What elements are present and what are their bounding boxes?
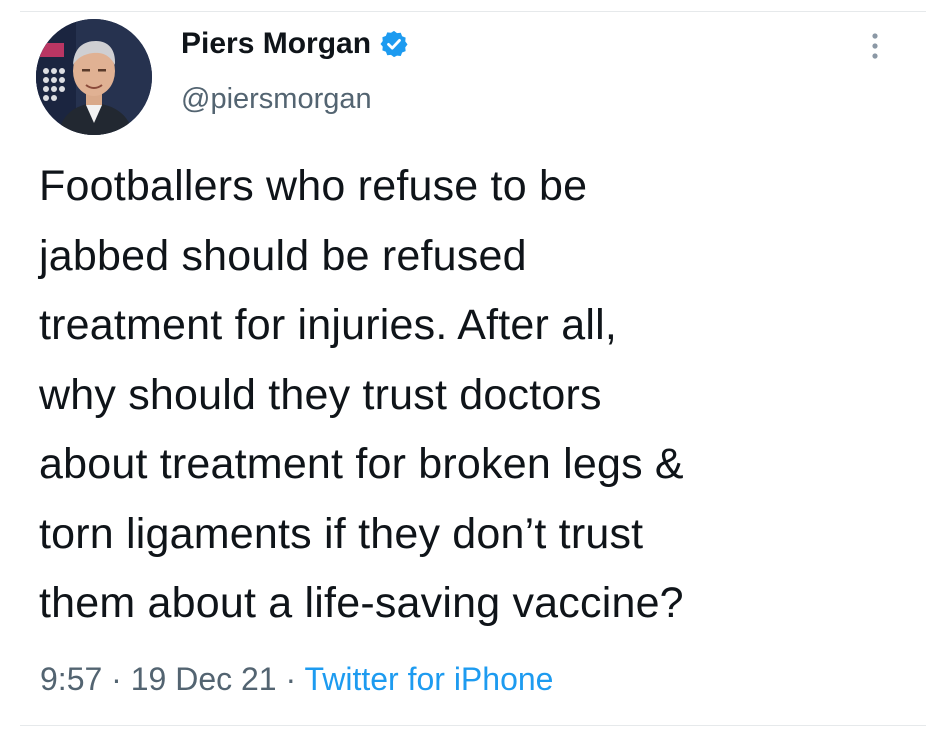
- more-vertical-icon[interactable]: [865, 30, 885, 62]
- top-divider: [20, 11, 926, 12]
- author-handle[interactable]: @piersmorgan: [181, 82, 372, 116]
- avatar[interactable]: [36, 19, 152, 135]
- tweet-source-link[interactable]: Twitter for iPhone: [304, 661, 553, 697]
- tweet-date[interactable]: 19 Dec 21: [131, 661, 277, 697]
- tweet-meta: 9:57 · 19 Dec 21 · Twitter for iPhone: [40, 659, 553, 699]
- author-name-row: Piers Morgan: [181, 26, 409, 62]
- meta-separator: ·: [276, 661, 305, 697]
- bottom-divider: [20, 725, 926, 726]
- tweet-text: Footballers who refuse to be jabbed shou…: [39, 162, 684, 627]
- verified-badge-icon: [379, 29, 409, 59]
- meta-separator: ·: [102, 661, 131, 697]
- avatar-photo: [36, 19, 152, 135]
- display-name[interactable]: Piers Morgan: [181, 26, 371, 62]
- tweet-time[interactable]: 9:57: [40, 661, 102, 697]
